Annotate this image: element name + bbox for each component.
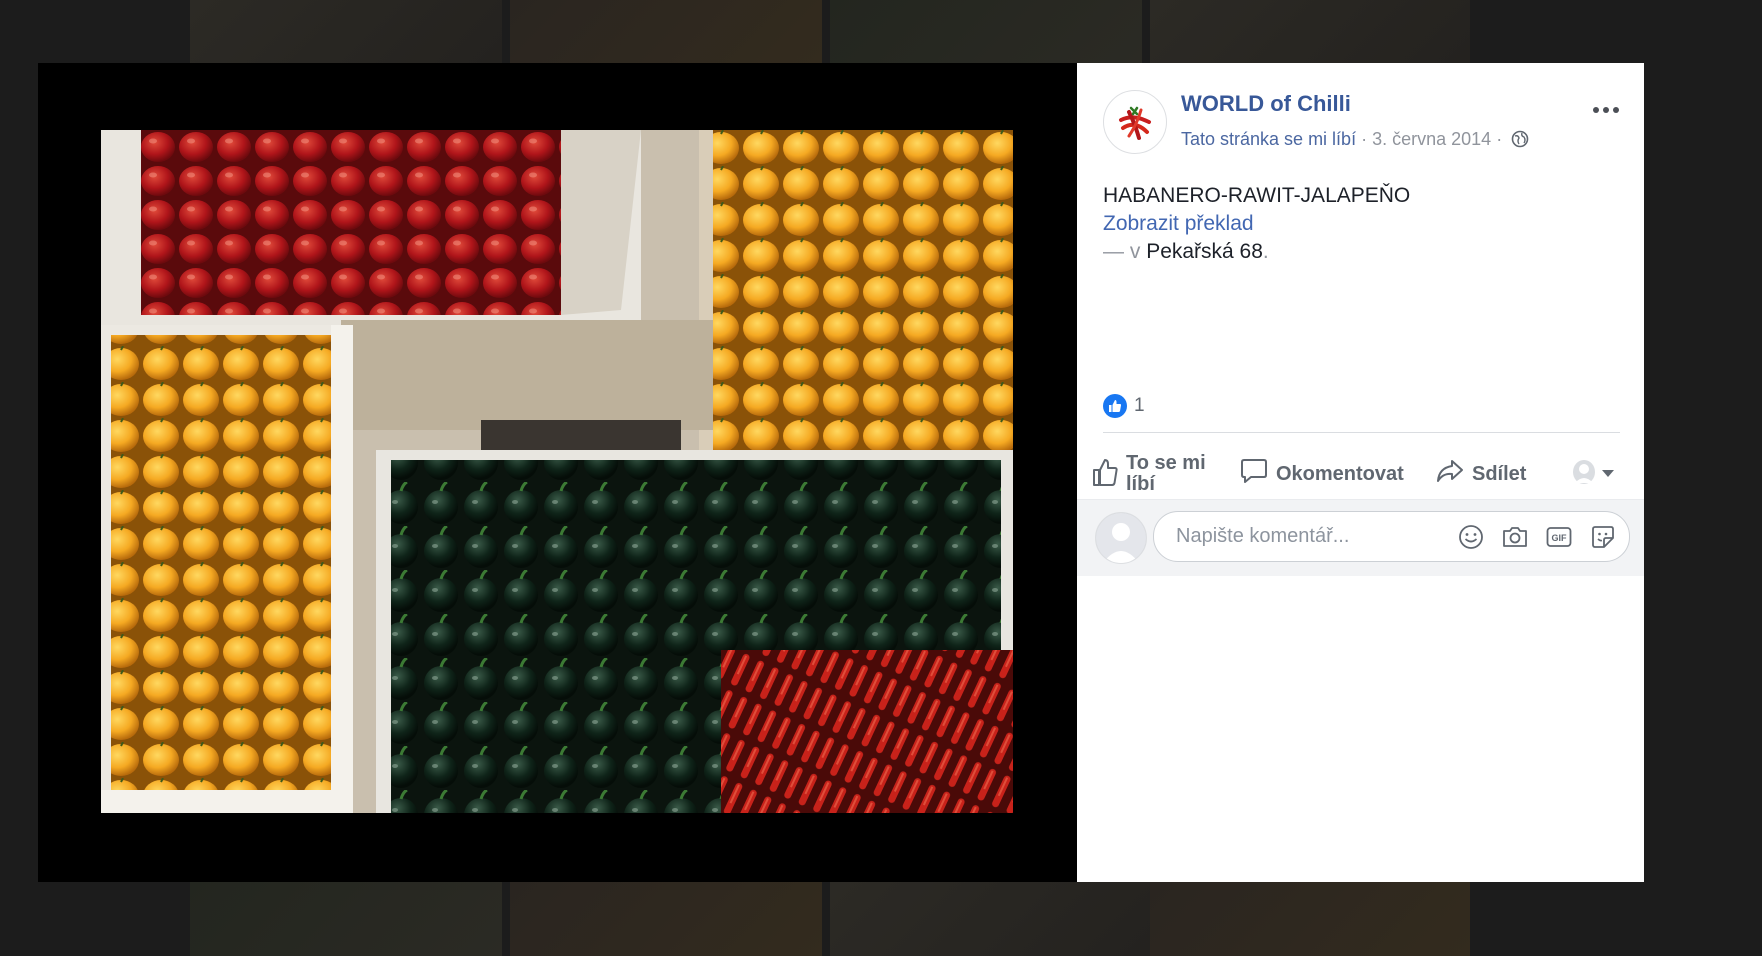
- background-photo-tile: [1150, 0, 1470, 63]
- background-photo-tile: [830, 0, 1142, 63]
- page-avatar[interactable]: [1103, 90, 1167, 154]
- svg-text:GIF: GIF: [1552, 533, 1568, 543]
- like-button[interactable]: To se mi líbí: [1092, 453, 1240, 495]
- comment-tools: GIF: [1457, 523, 1617, 551]
- background-photo-tile: [1150, 882, 1470, 956]
- background-photo-tile: [830, 882, 1150, 956]
- reaction-count: 1: [1134, 395, 1145, 416]
- audience-selector[interactable]: [1572, 459, 1614, 490]
- share-arrow-icon: [1436, 457, 1464, 491]
- divider: [1103, 432, 1620, 433]
- background-photo-tile: [190, 0, 502, 63]
- post-photo[interactable]: [101, 130, 1013, 813]
- post-text: HABANERO-RAWIT-JALAPEŇO: [1103, 184, 1411, 207]
- comment-composer: GIF: [1077, 499, 1644, 576]
- comment-input-container[interactable]: GIF: [1153, 511, 1630, 562]
- chilli-photo-illustration: [101, 130, 1013, 813]
- globe-icon[interactable]: [1511, 130, 1529, 153]
- page-name-link[interactable]: WORLD of Chilli: [1181, 91, 1351, 117]
- comment-button[interactable]: Okomentovat: [1240, 457, 1436, 491]
- post-details-panel: WORLD of Chilli Tato stránka se mi líbí …: [1077, 63, 1644, 882]
- photo-viewer[interactable]: [38, 63, 1077, 882]
- comment-bubble-icon: [1240, 457, 1268, 491]
- share-button[interactable]: Sdílet: [1436, 457, 1562, 491]
- chilli-logo-icon: [1119, 106, 1151, 140]
- like-page-link[interactable]: Tato stránka se mi líbí: [1181, 129, 1356, 149]
- background-photo-tile: [510, 0, 822, 63]
- meta-separator: ·: [1496, 129, 1503, 149]
- location-link[interactable]: Pekařská 68: [1146, 240, 1263, 263]
- background-photo-tile: [190, 882, 502, 956]
- thumbs-up-icon: [1092, 457, 1118, 492]
- location-prefix: — v: [1103, 240, 1141, 263]
- post-location: — v Pekařská 68.: [1103, 240, 1269, 264]
- audience-avatar-icon: [1572, 459, 1596, 490]
- more-options-icon[interactable]: [1592, 93, 1620, 121]
- chevron-down-icon: [1602, 465, 1614, 483]
- see-translation-link[interactable]: Zobrazit překlad: [1103, 212, 1254, 236]
- comment-input[interactable]: [1174, 524, 1428, 549]
- reactions-summary[interactable]: 1: [1103, 393, 1145, 419]
- user-avatar: [1095, 512, 1147, 564]
- meta-separator: ·: [1361, 129, 1368, 149]
- emoji-icon[interactable]: [1457, 523, 1485, 551]
- post-actions-bar: To se mi líbí Okomentovat Sdílet: [1092, 444, 1632, 504]
- share-button-label: Sdílet: [1472, 462, 1527, 485]
- like-button-label: To se mi líbí: [1126, 452, 1206, 495]
- sticker-icon[interactable]: [1589, 523, 1617, 551]
- location-suffix: .: [1262, 240, 1269, 263]
- background-photo-tile: [510, 882, 822, 956]
- post-date[interactable]: 3. června 2014: [1372, 129, 1491, 149]
- like-reaction-icon: [1103, 394, 1127, 418]
- gif-icon[interactable]: GIF: [1545, 523, 1573, 551]
- post-meta: Tato stránka se mi líbí · 3. června 2014…: [1181, 129, 1529, 153]
- camera-icon[interactable]: [1501, 523, 1529, 551]
- comment-button-label: Okomentovat: [1276, 462, 1404, 485]
